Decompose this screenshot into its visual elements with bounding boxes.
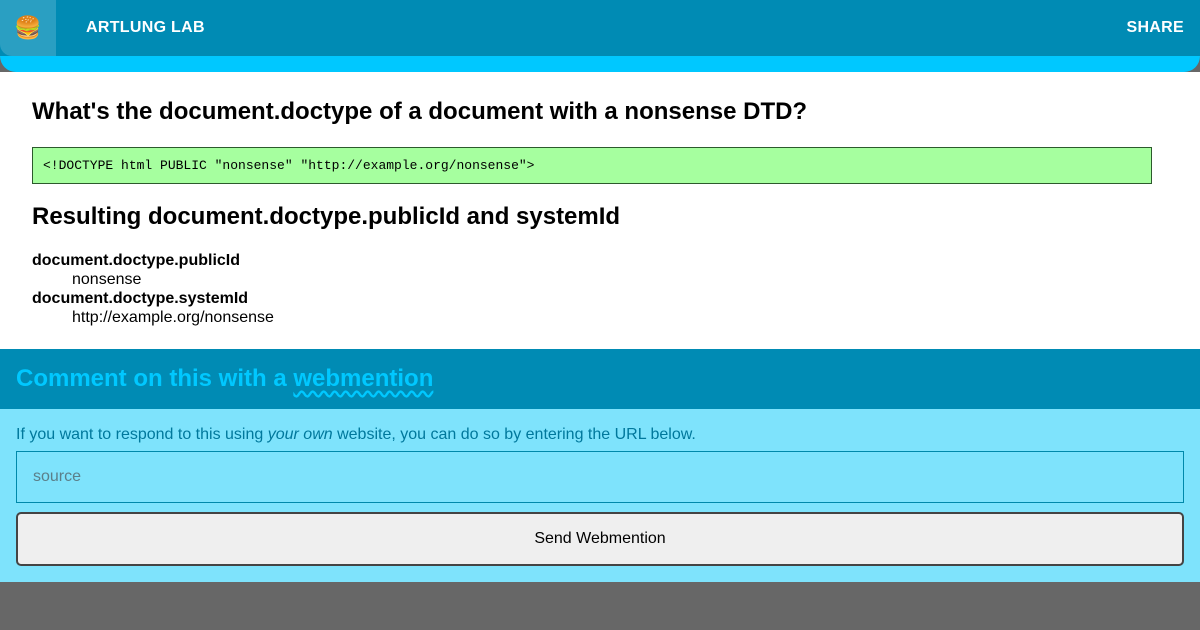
webmention-link[interactable]: webmention (293, 365, 433, 392)
source-url-input[interactable] (16, 451, 1184, 503)
hint-suffix: website, you can do so by entering the U… (337, 426, 696, 443)
doctype-code-block: <!DOCTYPE html PUBLIC "nonsense" "http:/… (32, 147, 1152, 184)
comments-heading-prefix: Comment on this with a (16, 365, 287, 392)
webmention-hint: If you want to respond to this using you… (16, 426, 696, 444)
article-title: What's the document.doctype of a documen… (32, 98, 808, 125)
share-link[interactable]: SHARE (1126, 19, 1184, 37)
comments-header: Comment on this with a webmention (0, 349, 1200, 409)
webmention-form: If you want to respond to this using you… (0, 409, 1200, 582)
hint-prefix: If you want to respond to this using (16, 426, 264, 443)
result-list: document.doctype.publicId nonsense docum… (32, 251, 274, 327)
comments-heading: Comment on this with a webmention (16, 365, 433, 393)
result-value-systemid: http://example.org/nonsense (72, 309, 274, 326)
result-term-publicid: document.doctype.publicId (32, 252, 241, 269)
header-bar: 🍔 ARTLUNG LAB SHARE (0, 0, 1200, 56)
result-value-publicid: nonsense (72, 271, 142, 288)
article: What's the document.doctype of a documen… (0, 72, 1200, 349)
hint-emphasis: your own (267, 426, 333, 443)
result-heading: Resulting document.doctype.publicId and … (32, 203, 621, 230)
result-term-systemid: document.doctype.systemId (32, 290, 249, 307)
site-header: 🍔 ARTLUNG LAB SHARE (0, 0, 1200, 72)
site-title-link[interactable]: ARTLUNG LAB (86, 19, 205, 37)
hamburger-menu-icon[interactable]: 🍔 (0, 0, 56, 56)
send-webmention-button[interactable]: Send Webmention (16, 512, 1184, 566)
